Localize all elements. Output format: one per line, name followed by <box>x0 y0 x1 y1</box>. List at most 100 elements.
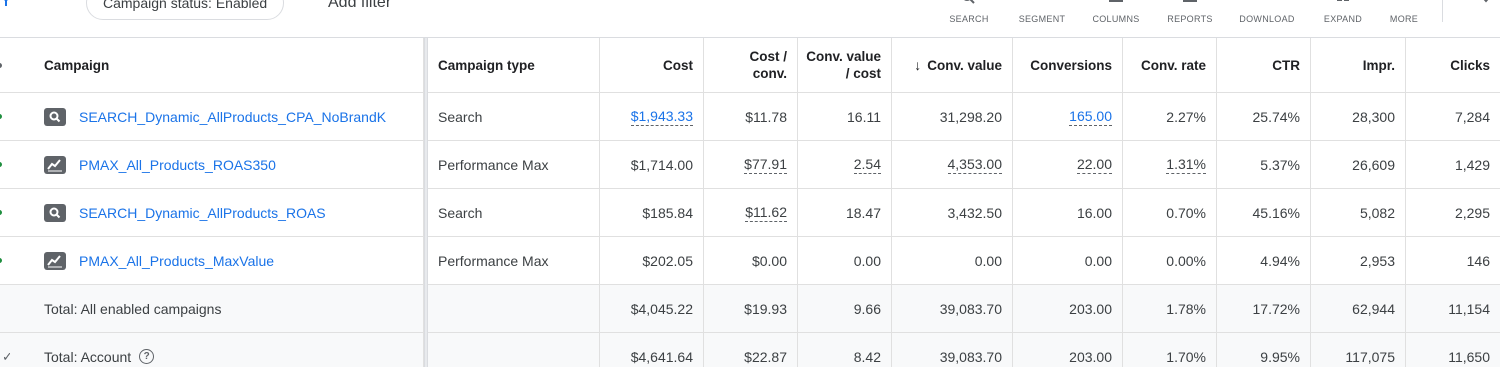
total-account-check-cell: ✓ <box>0 333 10 367</box>
ctr-cell: 4.94% <box>1217 237 1311 284</box>
status-cell[interactable] <box>0 93 10 140</box>
conv-value-cell: 0.00 <box>892 237 1013 284</box>
header-cost-per-conv[interactable]: Cost / conv. <box>704 38 798 92</box>
total-ctr-cell: 9.95% <box>1217 333 1311 367</box>
total-conversions-cell: 203.00 <box>1013 285 1123 332</box>
total-status-cell <box>0 285 10 332</box>
header-conversions[interactable]: Conversions <box>1013 38 1123 92</box>
enabled-status-dot <box>0 162 2 167</box>
campaigns-table: Campaign Campaign type Cost Cost / conv.… <box>0 37 1500 367</box>
status-cell[interactable] <box>0 189 10 236</box>
toolbar-download-label: DOWNLOAD <box>1239 14 1295 24</box>
campaign-name-link[interactable]: PMAX_All_Products_MaxValue <box>79 253 274 269</box>
toolbar-expand-button[interactable]: EXPAND <box>1318 0 1368 30</box>
total-impr-cell: 62,944 <box>1311 285 1406 332</box>
cost-cell: $202.05 <box>600 237 704 284</box>
total-conv-value-per-cost-cell: 9.66 <box>798 285 892 332</box>
total-conv-value-per-cost-cell: 8.42 <box>798 333 892 367</box>
header-select-cell[interactable] <box>0 38 10 92</box>
toolbar-more-button[interactable]: MORE <box>1386 0 1422 30</box>
conversions-value-link[interactable]: 165.00 <box>1069 108 1112 126</box>
campaign-status-filter-chip[interactable]: Campaign status: Enabled <box>86 0 285 20</box>
header-conv-value-per-cost-label: Conv. value / cost <box>806 49 881 81</box>
conv-value-per-cost-cell: 18.47 <box>798 189 892 236</box>
header-clicks[interactable]: Clicks <box>1406 38 1500 92</box>
toolbar-segment-button[interactable]: SEGMENT <box>1015 0 1069 30</box>
conv-value-cell: 3,432.50 <box>892 189 1013 236</box>
conv-rate-cell: 0.00% <box>1123 237 1217 284</box>
header-impr[interactable]: Impr. <box>1311 38 1406 92</box>
campaign-type-cell: Performance Max <box>428 141 600 188</box>
total-account-label-cell: Total: Account ? <box>30 333 424 367</box>
toolbar-search-button[interactable]: SEARCH <box>945 0 993 30</box>
conversions-cell: 16.00 <box>1013 189 1123 236</box>
clicks-cell: 7,284 <box>1454 108 1490 125</box>
toolbar-segment-label: SEGMENT <box>1018 14 1066 24</box>
toolbar-columns-button[interactable]: COLUMNS <box>1090 0 1142 30</box>
ctr-cell: 25.74% <box>1217 93 1311 140</box>
table-header-row: Campaign Campaign type Cost Cost / conv.… <box>0 38 1500 93</box>
checkmark-icon: ✓ <box>2 348 10 364</box>
filter-icon[interactable] <box>0 0 12 8</box>
cost-per-conv-cell: $11.62 <box>704 189 798 236</box>
search-campaign-icon <box>44 203 66 222</box>
header-ctr[interactable]: CTR <box>1217 38 1311 92</box>
conversions-value[interactable]: 22.00 <box>1076 156 1112 174</box>
toolbar-download-button[interactable]: DOWNLOAD <box>1235 0 1299 30</box>
toolbar-more-label: MORE <box>1389 14 1419 24</box>
header-campaign[interactable]: Campaign <box>30 38 424 92</box>
table-row: PMAX_All_Products_MaxValue Performance M… <box>0 237 1500 285</box>
cost-per-conv-value[interactable]: $77.91 <box>744 156 787 174</box>
clicks-cell: 146 <box>1466 252 1490 269</box>
chevron-down-icon[interactable] <box>1478 0 1494 6</box>
header-campaign-type[interactable]: Campaign type <box>428 38 600 92</box>
sort-arrow-down-icon: ↓ <box>914 56 922 73</box>
campaign-type-cell: Search <box>428 93 600 140</box>
conv-value-cell: 4,353.00 <box>892 141 1013 188</box>
conv-value-per-cost-value[interactable]: 2.54 <box>853 156 881 174</box>
cost-cell: $1,714.00 <box>600 141 704 188</box>
add-filter-button[interactable]: Add filter <box>328 0 391 12</box>
toolbar-reports-label: REPORTS <box>1167 14 1213 24</box>
cost-cell: $185.84 <box>600 189 704 236</box>
total-clicks-cell: 11,154 <box>1448 300 1490 317</box>
total-cost-cell: $4,045.22 <box>600 285 704 332</box>
total-impr-cell: 117,075 <box>1311 333 1406 367</box>
campaign-cell: SEARCH_Dynamic_AllProducts_CPA_NoBrandK <box>30 93 424 140</box>
clicks-cell: 1,429 <box>1454 156 1490 173</box>
total-campaign-type-cell <box>428 333 600 367</box>
cost-cell: $1,943.33 <box>600 93 704 140</box>
conv-rate-value[interactable]: 1.31% <box>1166 156 1206 174</box>
status-cell[interactable] <box>0 237 10 284</box>
header-conv-value[interactable]: ↓ Conv. value <box>892 38 1013 92</box>
total-conv-value-cell: 39,083.70 <box>892 285 1013 332</box>
campaign-name-link[interactable]: SEARCH_Dynamic_AllProducts_CPA_NoBrandK <box>79 109 386 125</box>
campaign-name-link[interactable]: SEARCH_Dynamic_AllProducts_ROAS <box>79 205 326 221</box>
status-cell[interactable] <box>0 141 10 188</box>
campaign-cell: PMAX_All_Products_MaxValue <box>30 237 424 284</box>
header-cost[interactable]: Cost <box>600 38 704 92</box>
total-conv-rate-cell: 1.78% <box>1123 285 1217 332</box>
impr-cell: 5,082 <box>1311 189 1406 236</box>
help-icon[interactable]: ? <box>139 349 155 364</box>
conversions-cell: 165.00 <box>1013 93 1123 140</box>
table-toolbar: Campaign status: Enabled Add filter SEAR… <box>0 0 1500 38</box>
clicks-cell: 2,295 <box>1454 204 1490 221</box>
campaign-name-link[interactable]: PMAX_All_Products_ROAS350 <box>79 157 276 173</box>
ctr-cell: 45.16% <box>1217 189 1311 236</box>
ctr-cell: 5.37% <box>1217 141 1311 188</box>
cost-per-conv-value[interactable]: $11.62 <box>745 204 787 222</box>
header-conv-rate[interactable]: Conv. rate <box>1123 38 1217 92</box>
conv-value-value[interactable]: 4,353.00 <box>947 156 1002 174</box>
frozen-column-divider[interactable] <box>424 38 428 367</box>
header-conv-value-label: Conv. value <box>927 57 1002 73</box>
toolbar-reports-button[interactable]: REPORTS <box>1164 0 1216 30</box>
header-cost-per-conv-label: Cost / conv. <box>749 49 787 81</box>
impr-cell: 28,300 <box>1311 93 1406 140</box>
campaign-cell: SEARCH_Dynamic_AllProducts_ROAS <box>30 189 424 236</box>
total-campaign-type-cell <box>428 285 600 332</box>
campaign-type-cell: Search <box>428 189 600 236</box>
cost-value-link[interactable]: $1,943.33 <box>630 108 693 126</box>
conv-rate-cell: 1.31% <box>1123 141 1217 188</box>
header-conv-value-per-cost[interactable]: Conv. value / cost <box>798 38 892 92</box>
